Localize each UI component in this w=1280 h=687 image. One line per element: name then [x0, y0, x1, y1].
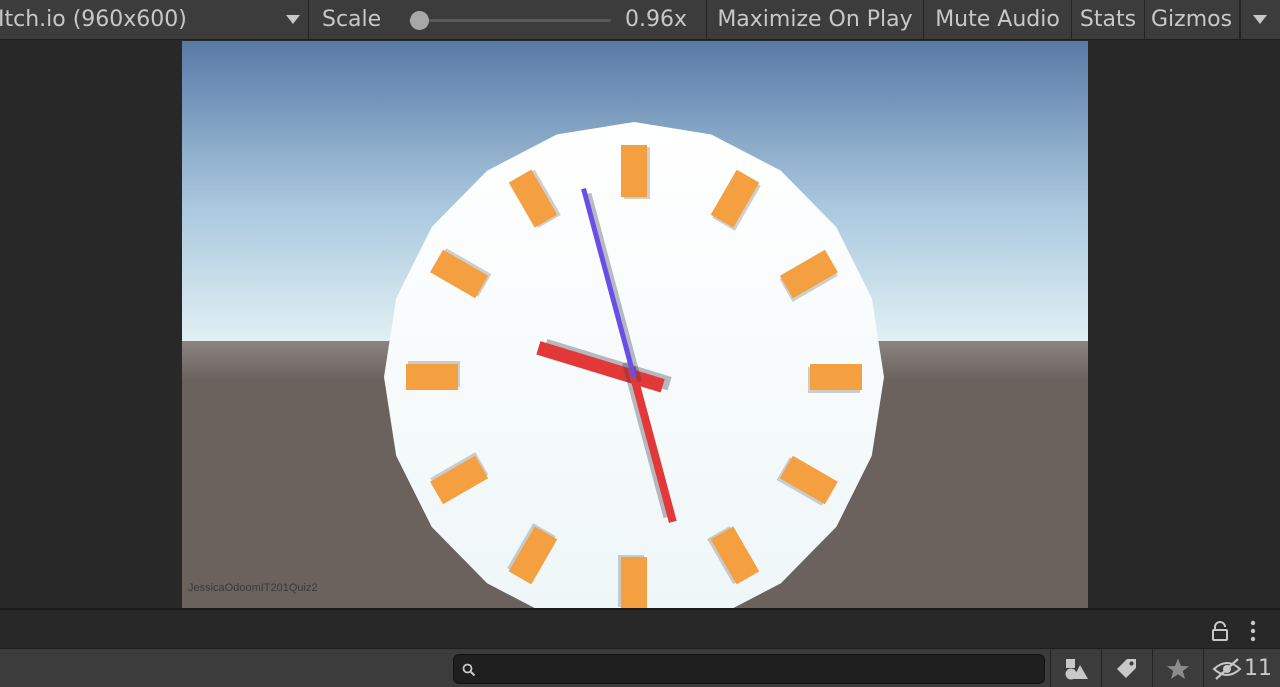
maximize-on-play-label: Maximize On Play: [717, 7, 913, 32]
hour-marker: [621, 145, 650, 199]
star-icon: [1167, 658, 1189, 679]
gizmos-button[interactable]: Gizmos: [1145, 0, 1240, 39]
eye-slash-icon: [1212, 657, 1242, 680]
mute-audio-button[interactable]: Mute Audio: [924, 0, 1072, 39]
game-scene: [182, 41, 1088, 608]
tag-icon: [1117, 658, 1136, 678]
game-view-viewport[interactable]: JessicaOdoomIT201Quiz2: [182, 41, 1088, 608]
resolution-dropdown[interactable]: Itch.io (960x600): [0, 0, 309, 39]
resolution-label: Itch.io (960x600): [0, 7, 187, 32]
hidden-count: 11: [1244, 656, 1272, 681]
hour-marker: [406, 361, 460, 390]
scale-slider-track[interactable]: [409, 19, 611, 22]
mute-audio-label: Mute Audio: [935, 7, 1060, 32]
gizmos-label: Gizmos: [1151, 7, 1233, 32]
kebab-menu-icon[interactable]: [1248, 620, 1258, 642]
favorites-button[interactable]: [1152, 649, 1203, 687]
chevron-down-icon: [286, 15, 300, 24]
unity-game-window: Itch.io (960x600) Scale 0.96x Maximize O…: [0, 0, 1280, 687]
search-input[interactable]: [453, 654, 1045, 684]
gizmos-dropdown[interactable]: [1240, 0, 1280, 39]
project-panel-header: [0, 608, 1280, 648]
hour-marker-block: [621, 145, 647, 197]
lock-icon[interactable]: [1210, 621, 1230, 641]
maximize-on-play-button[interactable]: Maximize On Play: [707, 0, 924, 39]
scale-slider-thumb[interactable]: [409, 11, 429, 30]
filter-by-label-button[interactable]: [1101, 649, 1152, 687]
stats-label: Stats: [1079, 7, 1137, 32]
scale-value: 0.96x: [625, 7, 688, 32]
scale-control: Scale 0.96x: [309, 0, 707, 39]
chevron-down-icon: [1253, 15, 1267, 24]
project-toolbar: 11: [0, 648, 1280, 687]
hour-marker: [618, 555, 647, 608]
shapes-icon: [1065, 658, 1088, 679]
filter-by-type-button[interactable]: [1050, 649, 1101, 687]
hour-marker-block: [810, 364, 862, 390]
hour-marker: [808, 364, 862, 393]
hidden-packages-button[interactable]: 11: [1203, 649, 1280, 687]
scale-label: Scale: [322, 7, 382, 32]
hour-marker-block: [621, 557, 647, 608]
watermark-text: JessicaOdoomIT201Quiz2: [188, 582, 318, 594]
game-view-toolbar: Itch.io (960x600) Scale 0.96x Maximize O…: [0, 0, 1280, 40]
stats-button[interactable]: Stats: [1072, 0, 1145, 39]
hour-marker-block: [406, 364, 458, 390]
